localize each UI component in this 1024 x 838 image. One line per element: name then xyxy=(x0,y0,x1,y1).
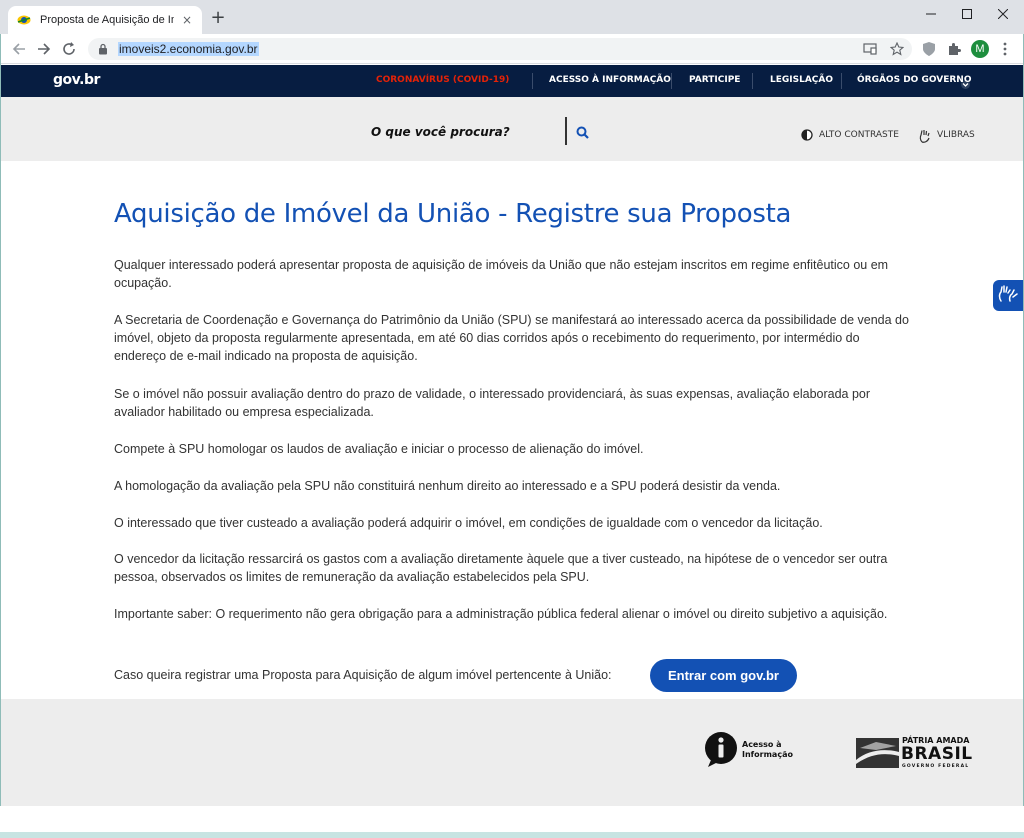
nav-separator xyxy=(532,73,533,89)
nav-acesso-informacao[interactable]: ACESSO À INFORMAÇÃO xyxy=(549,75,671,85)
acesso-informacao-logo[interactable]: Acesso à Informação xyxy=(704,732,793,768)
main-content: Aquisição de Imóvel da União - Registre … xyxy=(1,161,1023,699)
nav-participe[interactable]: PARTICIPE xyxy=(689,75,740,85)
alto-contraste-toggle[interactable]: ALTO CONTRASTE xyxy=(801,129,899,141)
shield-extension-icon[interactable] xyxy=(920,40,938,58)
nav-legislacao[interactable]: LEGISLAÇÃO xyxy=(770,75,833,85)
vlibras-toggle[interactable]: VLIBRAS xyxy=(919,129,975,143)
vlibras-label: VLIBRAS xyxy=(937,130,975,140)
cast-icon[interactable] xyxy=(862,41,878,57)
browser-tab[interactable]: Proposta de Aquisição de Imóvel × xyxy=(8,6,202,34)
vlibras-widget-button[interactable] xyxy=(993,280,1023,311)
tab-close-icon[interactable]: × xyxy=(180,13,194,27)
paragraph: A Secretaria de Coordenação e Governança… xyxy=(114,313,909,363)
governo-federal-flag-icon xyxy=(856,738,899,768)
govbr-logo[interactable]: gov.br xyxy=(53,72,100,88)
browser-toolbar: imoveis2.economia.gov.br M xyxy=(0,34,1024,64)
paragraph: O interessado que tiver custeado a avali… xyxy=(114,516,823,530)
paragraph: Compete à SPU homologar os laudos de ava… xyxy=(114,442,644,456)
info-icon xyxy=(704,732,738,768)
search-input[interactable]: O que você procura? xyxy=(371,125,510,139)
forward-arrow-icon[interactable] xyxy=(33,39,55,59)
new-tab-button[interactable]: + xyxy=(208,8,228,28)
acesso-informacao-text: Acesso à Informação xyxy=(742,740,793,760)
tab-title: Proposta de Aquisição de Imóvel xyxy=(40,14,174,26)
hands-icon xyxy=(919,129,931,143)
nav-orgaos-do-governo[interactable]: ÓRGÃOS DO GOVERNO xyxy=(857,75,971,85)
close-window-button[interactable] xyxy=(986,0,1020,28)
search-divider xyxy=(565,117,567,145)
chevron-down-icon[interactable] xyxy=(961,74,970,93)
paragraph: Se o imóvel não possuir avaliação dentro… xyxy=(114,387,871,419)
reload-icon[interactable] xyxy=(58,39,80,59)
bookmark-star-icon[interactable] xyxy=(889,41,905,57)
url-text: imoveis2.economia.gov.br xyxy=(118,42,259,56)
back-arrow-icon[interactable] xyxy=(8,39,30,59)
site-footer: Acesso à Informação PÁTRIA AMADA BRASIL … xyxy=(1,699,1023,806)
contrast-icon xyxy=(801,129,813,141)
alto-contraste-label: ALTO CONTRASTE xyxy=(819,130,899,140)
page-title: Aquisição de Imóvel da União - Registre … xyxy=(114,199,792,229)
address-bar[interactable]: imoveis2.economia.gov.br xyxy=(88,38,912,60)
acesso-line2: Informação xyxy=(742,750,793,759)
govbr-favicon-icon xyxy=(16,12,32,28)
site-header: O que você procura? ALTO CONTRASTE VLIBR… xyxy=(1,97,1023,161)
entrar-com-govbr-button[interactable]: Entrar com gov.br xyxy=(650,659,797,692)
maximize-button[interactable] xyxy=(950,0,984,28)
search-icon[interactable] xyxy=(576,124,590,139)
govbr-topbar: gov.br CORONAVÍRUS (COVID-19) ACESSO À I… xyxy=(1,65,1023,97)
puzzle-extensions-icon[interactable] xyxy=(945,40,963,58)
nav-separator xyxy=(752,73,753,89)
nav-coronavirus[interactable]: CORONAVÍRUS (COVID-19) xyxy=(376,75,509,85)
sign-language-icon xyxy=(998,284,1018,307)
acesso-line1: Acesso à xyxy=(742,740,782,749)
taskbar-strip xyxy=(0,832,1024,838)
paragraph: Qualquer interessado poderá apresentar p… xyxy=(114,258,889,290)
minimize-button[interactable] xyxy=(914,0,948,28)
paragraph: Importante saber: O requerimento não ger… xyxy=(114,607,888,621)
patria-amada-brasil-logo: PÁTRIA AMADA BRASIL GOVERNO FEDERAL xyxy=(856,736,974,770)
browser-tabstrip: Proposta de Aquisição de Imóvel × + xyxy=(0,0,1024,34)
menu-kebab-icon[interactable] xyxy=(996,40,1014,58)
patria-line2: BRASIL xyxy=(901,744,973,764)
paragraph: A homologação da avaliação pela SPU não … xyxy=(114,479,781,493)
nav-separator xyxy=(841,73,842,89)
lock-icon xyxy=(98,43,110,55)
patria-line3: GOVERNO FEDERAL xyxy=(902,764,970,769)
paragraph: O vencedor da licitação ressarcirá os ga… xyxy=(114,552,888,584)
profile-avatar[interactable]: M xyxy=(971,40,989,58)
cta-text: Caso queira registrar uma Proposta para … xyxy=(114,668,612,682)
nav-separator xyxy=(671,73,672,89)
